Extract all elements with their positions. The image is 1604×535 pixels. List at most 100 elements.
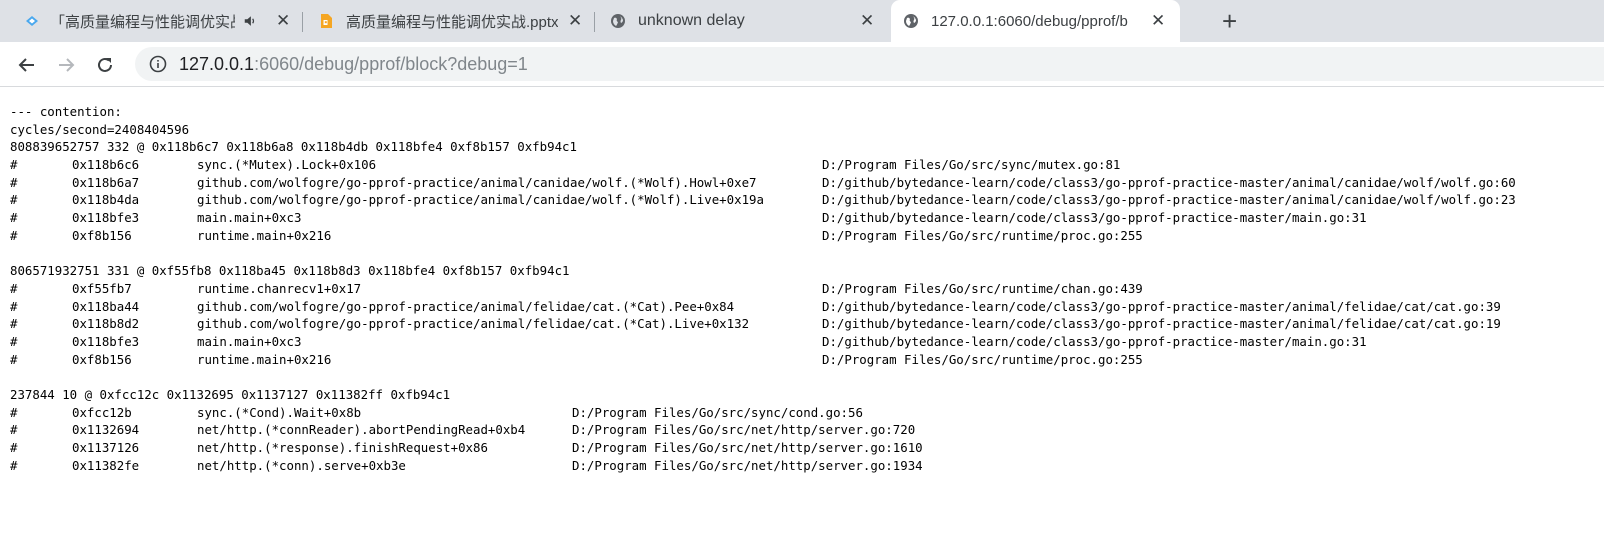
frame-address: 0x118b6c6: [72, 157, 140, 173]
frame-source-location: D:/Program Files/Go/src/net/http/server.…: [572, 457, 923, 473]
tab-video[interactable]: 「高质量编程与性能调优实战 ✕: [24, 0, 296, 42]
frame-marker: #: [10, 227, 18, 243]
frame-function: runtime.chanrecv1+0x17: [197, 280, 362, 296]
toolbar: 127.0.0.1:6060/debug/pprof/block?debug=1: [0, 42, 1604, 87]
stack-frame-row: #0xf8b156 runtime.main+0x216 D:/Program Fi…: [10, 351, 1604, 369]
stack-frame-row: #0xfcc12b sync.(*Cond).Wait+0x8b D:/Progra…: [10, 404, 1604, 422]
pprof-output: --- contention: cycles/second=2408404596 8…: [10, 103, 1604, 474]
frame-source-location: D:/Program Files/Go/src/runtime/proc.go:…: [822, 351, 1143, 367]
frame-source-location: D:/github/bytedance-learn/code/class3/go…: [822, 210, 1367, 226]
close-tab-icon[interactable]: ✕: [276, 11, 290, 31]
frame-marker: #: [10, 404, 18, 420]
stack-frame-row: #0x1132694 net/http.(*connReader).abortPe…: [10, 421, 1604, 439]
frame-marker: #: [10, 280, 18, 296]
globe-icon: [611, 14, 625, 28]
tab-active-pprof[interactable]: 127.0.0.1:6060/debug/pprof/b ✕: [891, 0, 1180, 42]
frame-marker: #: [10, 157, 18, 173]
info-icon[interactable]: [149, 55, 167, 73]
frame-address: 0x118b4da: [72, 192, 140, 208]
close-tab-icon[interactable]: ✕: [1151, 11, 1165, 31]
profile-header-line: cycles/second=2408404596: [10, 121, 190, 137]
tab-pptx[interactable]: 高质量编程与性能调优实战.pptx ✕: [318, 0, 590, 42]
close-tab-icon[interactable]: ✕: [860, 11, 874, 31]
frame-function: runtime.main+0x216: [197, 351, 332, 367]
frame-source-location: D:/Program Files/Go/src/sync/mutex.go:81: [822, 157, 1121, 173]
frame-function: main.main+0xc3: [197, 333, 302, 349]
tab-divider: [594, 12, 595, 32]
stack-frame-row: #0x118b6a7 github.com/wolfogre/go-pprof-p…: [10, 174, 1604, 192]
frame-marker: #: [10, 210, 18, 226]
frame-address: 0x118bfe3: [72, 210, 140, 226]
frame-marker: #: [10, 457, 18, 473]
frame-marker: #: [10, 440, 18, 456]
frame-source-location: D:/github/bytedance-learn/code/class3/go…: [822, 298, 1501, 314]
frame-source-location: D:/github/bytedance-learn/code/class3/go…: [822, 333, 1367, 349]
frame-address: 0x1137126: [72, 440, 140, 456]
frame-address: 0x118b8d2: [72, 316, 140, 332]
stack-frame-row: #0x118ba44 github.com/wolfogre/go-pprof-p…: [10, 298, 1604, 316]
frame-source-location: D:/Program Files/Go/src/runtime/proc.go:…: [822, 227, 1143, 243]
frame-address: 0x11382fe: [72, 457, 140, 473]
forward-button[interactable]: [51, 50, 81, 80]
address-bar[interactable]: 127.0.0.1:6060/debug/pprof/block?debug=1: [135, 47, 1604, 81]
frame-function: net/http.(*response).finishRequest+0x86: [197, 440, 488, 456]
slides-icon: [321, 14, 332, 28]
frame-function: github.com/wolfogre/go-pprof-practice/an…: [197, 316, 750, 332]
frame-marker: #: [10, 316, 18, 332]
back-button[interactable]: [12, 50, 42, 80]
frame-address: 0xfcc12b: [72, 404, 132, 420]
stack-frame-row: #0xf8b156 runtime.main+0x216 D:/Program Fi…: [10, 227, 1604, 245]
frame-address: 0xf8b156: [72, 227, 132, 243]
frame-function: github.com/wolfogre/go-pprof-practice/an…: [197, 192, 764, 208]
tab-title: 127.0.0.1:6060/debug/pprof/b: [931, 12, 1128, 30]
stack-frame-row: #0x118b4da github.com/wolfogre/go-pprof-p…: [10, 191, 1604, 209]
frame-marker: #: [10, 298, 18, 314]
close-tab-icon[interactable]: ✕: [568, 11, 582, 31]
frame-address: 0xf8b156: [72, 351, 132, 367]
stack-frame-row: #0x1137126 net/http.(*response).finishReq…: [10, 439, 1604, 457]
frame-address: 0xf55fb7: [72, 280, 132, 296]
frame-function: github.com/wolfogre/go-pprof-practice/an…: [197, 174, 757, 190]
frame-function: main.main+0xc3: [197, 210, 302, 226]
stack-frame-row: #0x118bfe3 main.main+0xc3 D:/github/byteda…: [10, 333, 1604, 351]
frame-marker: #: [10, 174, 18, 190]
speaker-icon[interactable]: [243, 14, 257, 28]
frame-marker: #: [10, 351, 18, 367]
back-arrow-icon: [18, 58, 34, 72]
frame-address: 0x1132694: [72, 422, 140, 438]
stack-frame-row: #0x118b8d2 github.com/wolfogre/go-pprof-p…: [10, 315, 1604, 333]
stack-frame-row: #0x118bfe3 main.main+0xc3 D:/github/byteda…: [10, 209, 1604, 227]
tab-title: unknown delay: [638, 12, 745, 29]
frame-address: 0x118ba44: [72, 298, 140, 314]
frame-source-location: D:/github/bytedance-learn/code/class3/go…: [822, 174, 1516, 190]
tab-title: 「高质量编程与性能调优实战: [50, 13, 235, 31]
frame-function: net/http.(*connReader).abortPendingRead+…: [197, 422, 526, 438]
new-tab-button[interactable]: +: [1222, 8, 1237, 34]
frame-source-location: D:/Program Files/Go/src/net/http/server.…: [572, 422, 916, 438]
frame-marker: #: [10, 422, 18, 438]
video-tab-icon: [26, 16, 38, 26]
frame-address: 0x118b6a7: [72, 174, 140, 190]
url-path: :6060/debug/pprof/block?debug=1: [254, 53, 528, 74]
frame-function: net/http.(*conn).serve+0xb3e: [197, 457, 406, 473]
frame-function: sync.(*Mutex).Lock+0x106: [197, 157, 377, 173]
tab-unknown-delay[interactable]: unknown delay ✕: [610, 0, 882, 42]
frame-address: 0x118bfe3: [72, 333, 140, 349]
reload-icon: [98, 57, 112, 72]
stack-frame-row: #0x118b6c6 sync.(*Mutex).Lock+0x106 D:/Pro…: [10, 156, 1604, 174]
contention-record-header: 806571932751 331 @ 0xf55fb8 0x118ba45 0x…: [10, 263, 570, 279]
url-text[interactable]: 127.0.0.1:6060/debug/pprof/block?debug=1: [179, 54, 528, 75]
frame-source-location: D:/Program Files/Go/src/runtime/chan.go:…: [822, 280, 1143, 296]
reload-button[interactable]: [90, 50, 120, 80]
frame-source-location: D:/github/bytedance-learn/code/class3/go…: [822, 316, 1501, 332]
frame-source-location: D:/github/bytedance-learn/code/class3/go…: [822, 192, 1516, 208]
tab-title: 高质量编程与性能调优实战.pptx: [346, 13, 558, 31]
frame-function: sync.(*Cond).Wait+0x8b: [197, 404, 362, 420]
frame-marker: #: [10, 333, 18, 349]
frame-marker: #: [10, 192, 18, 208]
frame-source-location: D:/Program Files/Go/src/sync/cond.go:56: [572, 404, 863, 420]
globe-icon: [904, 14, 918, 28]
stack-frame-row: #0x11382fe net/http.(*conn).serve+0xb3e D:…: [10, 457, 1604, 475]
tab-divider: [302, 12, 303, 32]
